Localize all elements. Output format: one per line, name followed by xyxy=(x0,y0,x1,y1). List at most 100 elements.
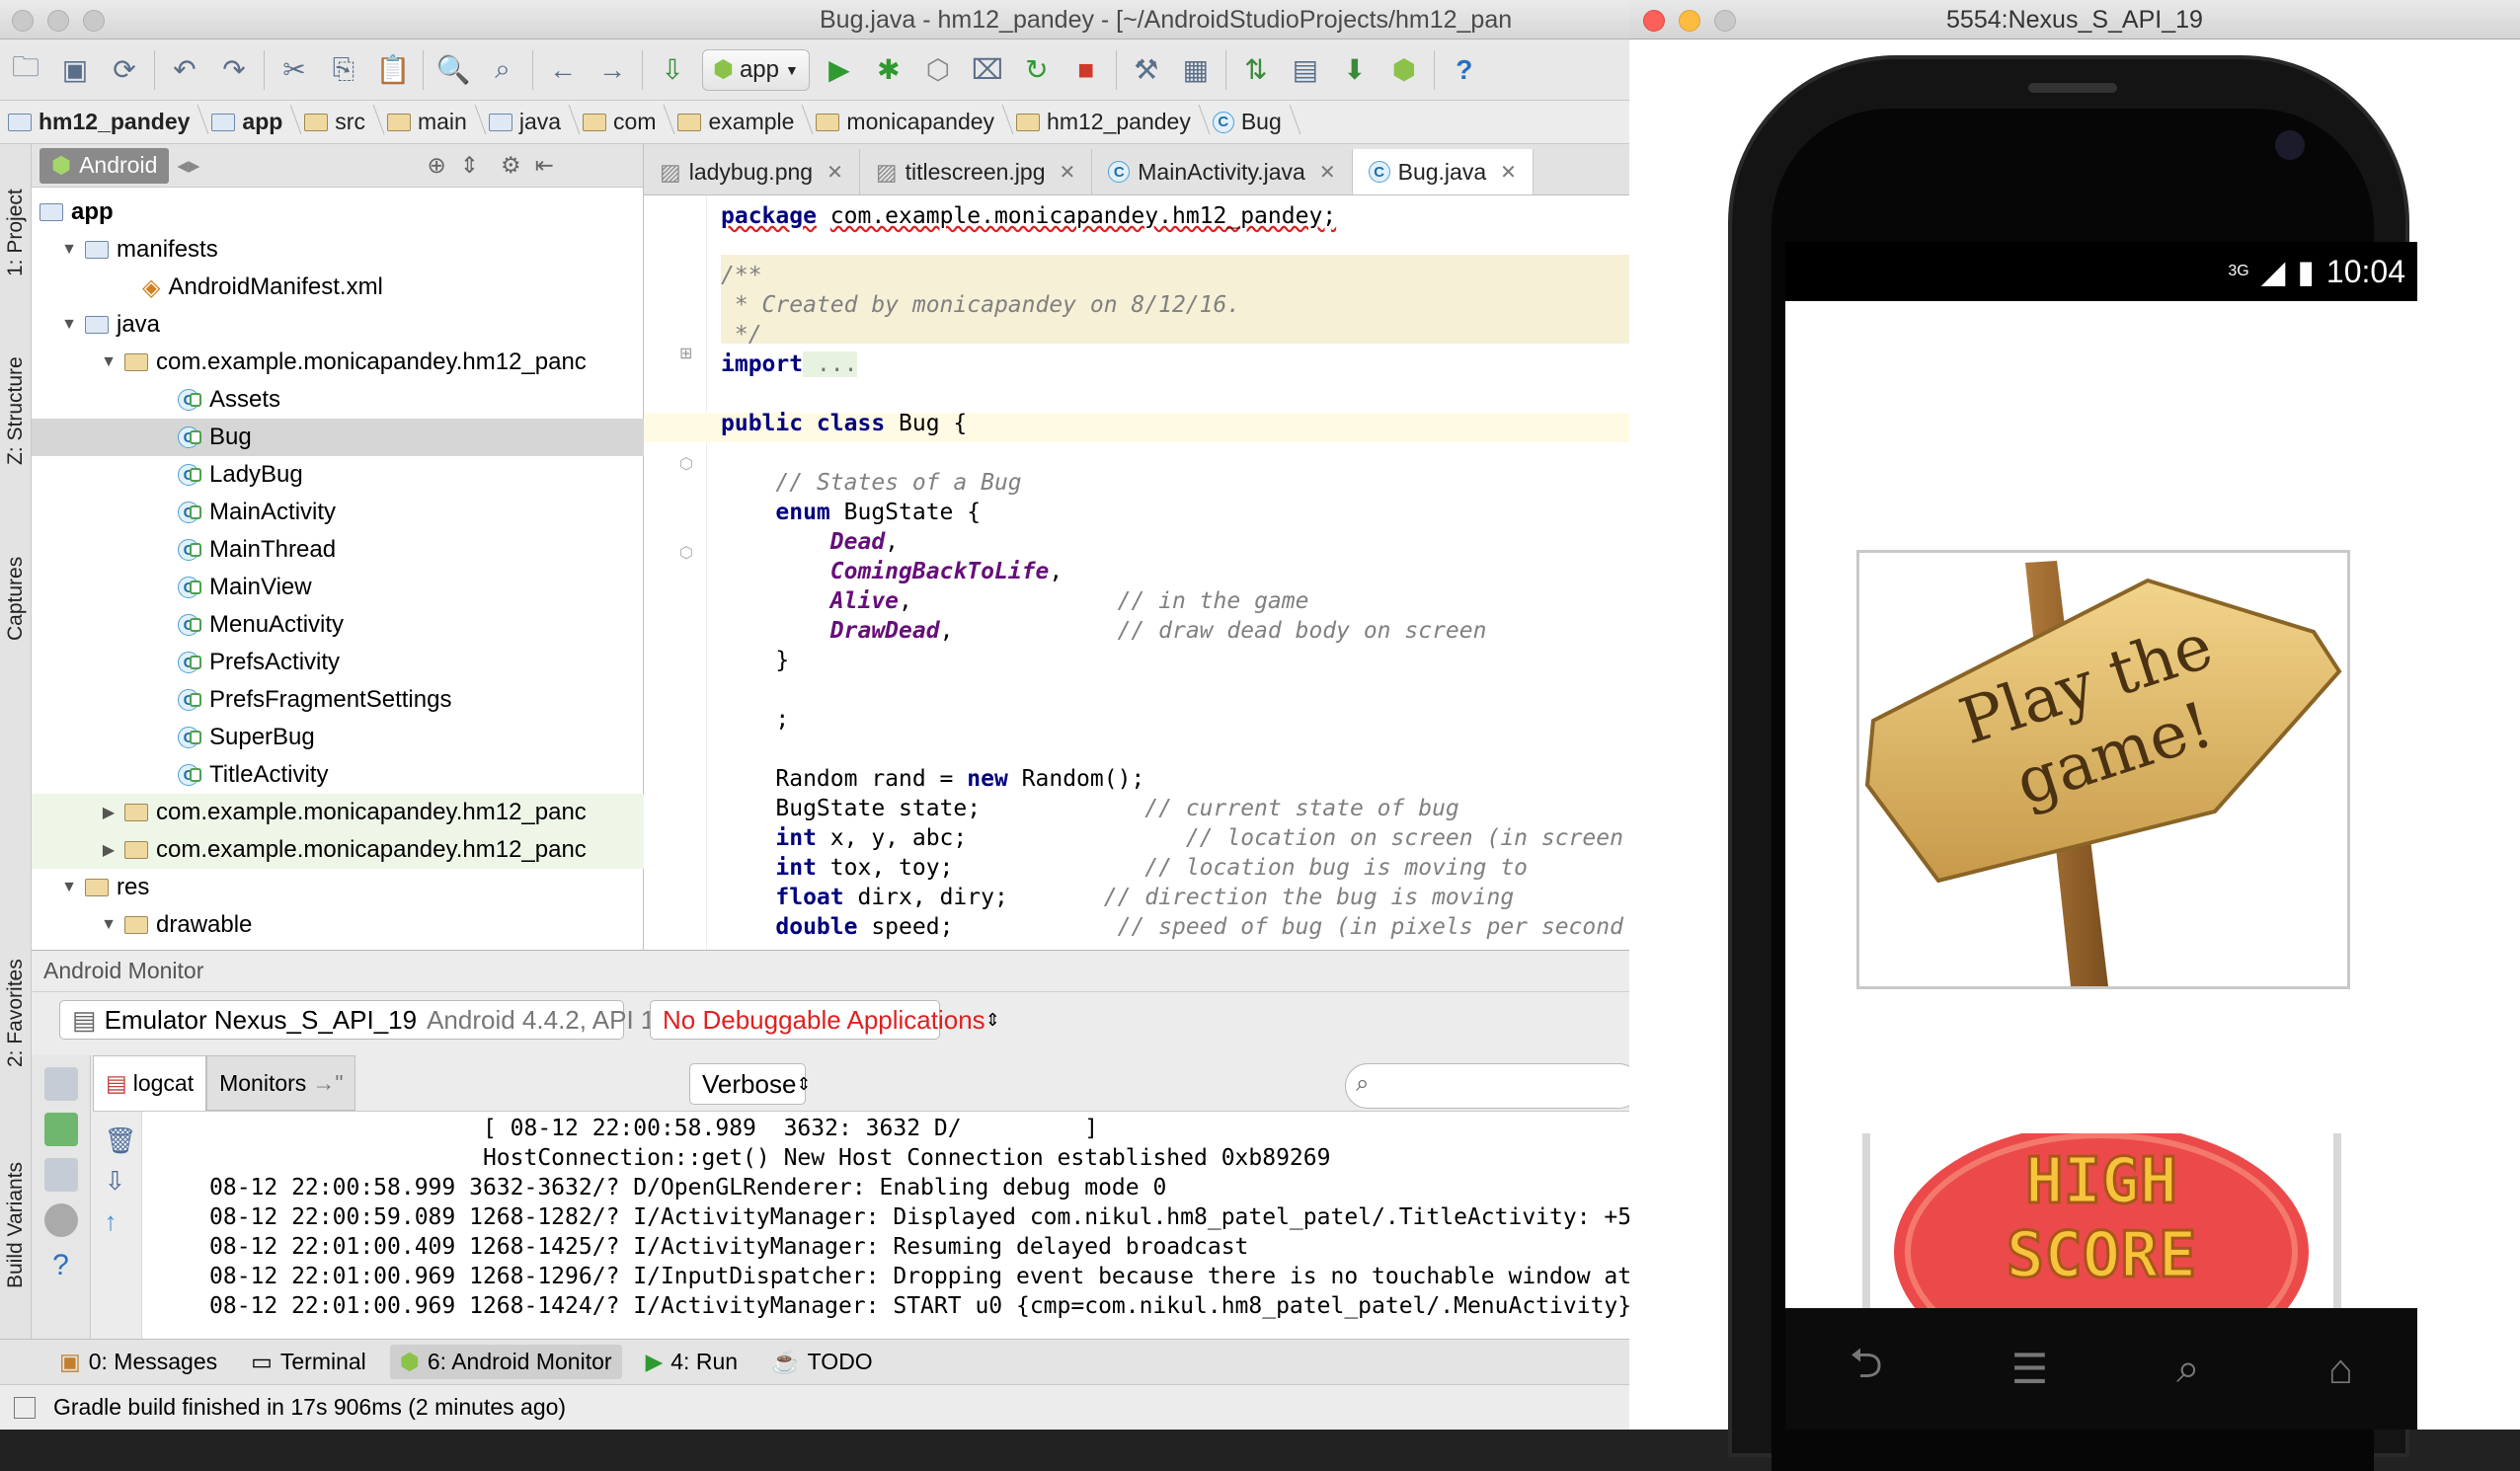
fold-icon[interactable]: ⬡ xyxy=(679,454,693,474)
breadcrumb-item[interactable]: main xyxy=(386,109,481,135)
tab-monitors[interactable]: Monitors →" xyxy=(206,1055,356,1111)
project-view-selector[interactable]: ⬢ Android xyxy=(39,147,170,184)
paste-icon[interactable]: 📋 xyxy=(373,50,413,90)
up-stack-icon[interactable]: ↑ xyxy=(105,1206,130,1237)
arrows-icon[interactable]: ◂▸ xyxy=(177,152,199,179)
play-button[interactable]: Play the game! xyxy=(1856,550,2350,989)
tree-item[interactable]: C MenuActivity xyxy=(32,606,644,644)
tree-item[interactable]: C TitleActivity xyxy=(32,756,644,794)
cut-icon[interactable]: ✂ xyxy=(275,50,314,90)
tree-item[interactable]: ▼ java xyxy=(32,306,644,344)
help-icon[interactable]: ? xyxy=(44,1249,78,1282)
close-tab-icon[interactable]: ✕ xyxy=(1500,160,1517,185)
debug-icon[interactable]: ✱ xyxy=(869,50,908,90)
stop-icon[interactable]: ■ xyxy=(1066,50,1106,90)
system-info-icon[interactable] xyxy=(43,1158,78,1192)
tree-item[interactable]: C Bug xyxy=(32,419,644,456)
clear-log-icon[interactable]: 🗑 xyxy=(105,1125,137,1156)
close-tab-icon[interactable]: ✕ xyxy=(1060,160,1076,185)
code-text[interactable]: package com.example.monicapandey.hm12_pa… xyxy=(721,201,1623,942)
breadcrumb-item[interactable]: com xyxy=(583,109,669,135)
tab-ladybug-png[interactable]: ▨ ladybug.png ✕ xyxy=(644,149,860,194)
tool-tab-run[interactable]: ▶ 4: Run xyxy=(636,1345,748,1379)
tree-item[interactable]: C Assets xyxy=(32,381,644,419)
process-select[interactable]: No Debuggable Applications ⇕ xyxy=(650,1000,1000,1040)
tab-logcat[interactable]: ▤ logcat xyxy=(93,1055,207,1111)
tree-item[interactable]: ▼ res xyxy=(32,869,644,906)
make-project-icon[interactable]: ⇩ xyxy=(653,50,692,90)
tool-tab-build-variants[interactable]: Build Variants xyxy=(0,1131,32,1319)
tree-item[interactable]: ◈ AndroidManifest.xml xyxy=(32,269,644,306)
logcat-output[interactable]: 🗑 ⇩ ↑ [ 08-12 22:00:58.989 3632: 3632 D/… xyxy=(93,1111,1629,1340)
tree-item[interactable]: C MainThread xyxy=(32,531,644,569)
breadcrumb-item[interactable]: C Bug xyxy=(1212,109,1296,135)
help-icon[interactable]: ? xyxy=(1445,50,1484,90)
scroll-end-icon[interactable]: ⇩ xyxy=(105,1166,130,1197)
forward-icon[interactable]: → xyxy=(592,50,632,90)
minimize-window-button[interactable] xyxy=(47,10,69,32)
run-config-select[interactable]: ⬢ app ▼ xyxy=(702,48,810,91)
high-score-button[interactable]: HIGH SCORE xyxy=(1862,1133,2341,1311)
tool-tab-project[interactable]: 1: Project xyxy=(0,154,32,312)
tree-item[interactable]: C LadyBug xyxy=(32,456,644,494)
coverage-icon[interactable]: ⌧ xyxy=(968,50,1007,90)
open-folder-icon[interactable]: 🗀 xyxy=(6,50,45,90)
sdk-manager-icon[interactable]: ▦ xyxy=(1176,50,1216,90)
tool-tab-todo[interactable]: ☕ TODO xyxy=(761,1345,883,1379)
logcat-search-input[interactable]: ⌕ xyxy=(1345,1063,1629,1109)
back-icon[interactable]: ← xyxy=(543,50,583,90)
tree-item[interactable]: C SuperBug xyxy=(32,719,644,756)
record-icon[interactable] xyxy=(43,1113,78,1146)
tool-tab-messages[interactable]: ▣ 0: Messages xyxy=(49,1345,227,1379)
save-all-icon[interactable]: ▣ xyxy=(55,50,95,90)
tab-bug-java[interactable]: C Bug.java ✕ xyxy=(1352,149,1534,194)
gradle-sync-icon[interactable]: ⇅ xyxy=(1236,50,1276,90)
redo-icon[interactable]: ↷ xyxy=(214,50,254,90)
tool-tab-favorites[interactable]: 2: Favorites xyxy=(0,934,32,1092)
terminate-icon[interactable] xyxy=(43,1203,78,1237)
back-nav-icon[interactable]: ⮌ xyxy=(1850,1334,1883,1404)
collapse-icon[interactable]: ⇕ xyxy=(460,152,479,179)
tree-item[interactable]: ▶ com.example.monicapandey.hm12_panc xyxy=(32,794,644,831)
tree-item[interactable]: C MainView xyxy=(32,569,644,606)
breadcrumb-item[interactable]: hm12_pandey xyxy=(8,109,203,135)
hide-icon[interactable]: ⇤ xyxy=(535,152,554,179)
attach-debugger-icon[interactable]: ⬡ xyxy=(918,50,958,90)
close-tab-icon[interactable]: ✕ xyxy=(827,160,843,185)
tab-titlescreen-jpg[interactable]: ▨ titlescreen.jpg ✕ xyxy=(860,149,1093,194)
tree-item[interactable]: ▼ manifests xyxy=(32,231,644,269)
tool-tab-structure[interactable]: Z: Structure xyxy=(0,332,32,490)
android-device-monitor-icon[interactable]: ⬢ xyxy=(1384,50,1424,90)
undo-icon[interactable]: ↶ xyxy=(165,50,204,90)
crosshair-icon[interactable]: ⊕ xyxy=(427,152,445,179)
phone-screen[interactable]: 3G ◢ ▮ 10:04 Play the game! HIGH SCORE xyxy=(1785,242,2417,1311)
breadcrumb-item[interactable]: app xyxy=(211,109,296,135)
breadcrumb-item[interactable]: monicapandey xyxy=(816,109,1008,135)
tree-item[interactable]: ▼ com.example.monicapandey.hm12_panc xyxy=(32,344,644,381)
fold-icon[interactable]: ⊞ xyxy=(679,344,692,363)
apply-changes-icon[interactable]: ↻ xyxy=(1017,50,1057,90)
log-level-select[interactable]: Verbose ⇕ xyxy=(689,1063,812,1105)
replace-icon[interactable]: ⌕ xyxy=(483,50,522,90)
tree-item[interactable]: C MainActivity xyxy=(32,494,644,531)
tree-item[interactable]: ▶ com.example.monicapandey.hm12_panc xyxy=(32,831,644,869)
status-toggle-icon[interactable] xyxy=(14,1396,36,1419)
menu-nav-icon[interactable]: ☰ xyxy=(2011,1345,2049,1393)
screenshot-icon[interactable] xyxy=(43,1067,78,1101)
gear-icon[interactable]: ⚙ xyxy=(501,152,521,179)
device-select[interactable]: ▤ Emulator Nexus_S_API_19 Android 4.4.2,… xyxy=(59,1000,684,1040)
close-window-button[interactable] xyxy=(12,10,34,32)
find-icon[interactable]: 🔍 xyxy=(433,50,473,90)
tree-item[interactable]: app xyxy=(32,194,644,231)
tool-tab-captures[interactable]: Captures xyxy=(0,519,32,677)
breadcrumb-item[interactable]: java xyxy=(488,109,575,135)
fold-icon[interactable]: ⬡ xyxy=(679,543,693,563)
tool-tab-terminal[interactable]: ▭ Terminal xyxy=(241,1345,376,1379)
breadcrumb-item[interactable]: example xyxy=(677,109,808,135)
copy-icon[interactable]: ⎘ xyxy=(324,50,363,90)
tree-item[interactable]: C PrefsFragmentSettings xyxy=(32,681,644,719)
breadcrumb-item[interactable]: src xyxy=(304,109,379,135)
close-tab-icon[interactable]: ✕ xyxy=(1319,160,1336,185)
avd-manager-icon[interactable]: ▤ xyxy=(1286,50,1325,90)
home-nav-icon[interactable]: ⌂ xyxy=(2328,1346,2353,1393)
